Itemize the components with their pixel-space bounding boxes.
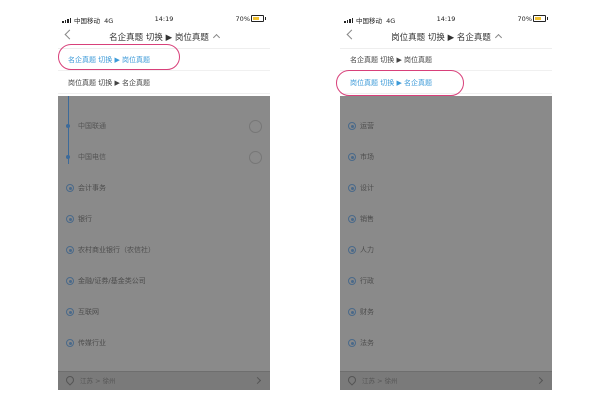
list-item[interactable]: 运营 <box>340 112 552 140</box>
list-item[interactable]: 金融/证券/基金类公司 <box>58 267 270 295</box>
location-pin-icon <box>64 374 76 386</box>
list-item[interactable]: 中国联通 <box>58 112 270 140</box>
expand-icon <box>348 153 356 161</box>
battery-percent: 70% <box>517 15 532 23</box>
status-bar: 中国移动 4G 14:19 70% <box>58 12 270 26</box>
list-item[interactable]: 财务 <box>340 298 552 326</box>
expand-icon <box>66 277 74 285</box>
nav-title-toggle[interactable]: 名企真题 切换 ▶ 岗位真题 <box>58 31 270 43</box>
location-text: 江苏 > 徐州 <box>80 377 116 385</box>
highlight-annotation <box>58 44 180 70</box>
dropdown-option-position[interactable]: 岗位真题 切换 ▶ 名企真题 <box>58 72 270 94</box>
location-selector[interactable]: 江苏 > 徐州 <box>58 371 270 390</box>
tree-node-dot <box>66 124 70 128</box>
list-item[interactable]: 互联网 <box>58 298 270 326</box>
expand-icon <box>66 246 74 254</box>
chevron-up-icon <box>212 33 220 42</box>
dim-overlay[interactable]: 运营 市场 设计 销售 人力 行政 财务 法务 江苏 > 徐州 <box>340 96 552 390</box>
dim-overlay[interactable]: 中国联通 中国电信 会计事务 银行 农村商业银行（农信社） 金融/证券/基金类公… <box>58 96 270 390</box>
chevron-right-icon <box>253 376 262 385</box>
expand-icon <box>66 215 74 223</box>
battery-icon <box>533 15 548 22</box>
list-item[interactable]: 银行 <box>58 205 270 233</box>
tag-icon <box>249 151 262 164</box>
expand-icon <box>66 184 74 192</box>
list-item[interactable]: 传媒行业 <box>58 329 270 357</box>
list-item[interactable]: 设计 <box>340 174 552 202</box>
list-item[interactable]: 人力 <box>340 236 552 264</box>
status-bar: 中国移动 4G 14:19 70% <box>340 12 552 26</box>
location-selector[interactable]: 江苏 > 徐州 <box>340 371 552 390</box>
location-text: 江苏 > 徐州 <box>362 377 398 385</box>
expand-icon <box>348 246 356 254</box>
list-item[interactable]: 法务 <box>340 329 552 357</box>
expand-icon <box>348 184 356 192</box>
tree-node-dot <box>66 155 70 159</box>
nav-title: 名企真题 切换 ▶ 岗位真题 <box>109 33 209 43</box>
list-item[interactable]: 市场 <box>340 143 552 171</box>
list-item[interactable]: 销售 <box>340 205 552 233</box>
expand-icon <box>66 339 74 347</box>
dropdown-option-company[interactable]: 名企真题 切换 ▶ 岗位真题 <box>340 49 552 71</box>
battery-percent: 70% <box>235 15 250 23</box>
expand-icon <box>348 277 356 285</box>
chevron-up-icon <box>494 33 502 42</box>
location-pin-icon <box>346 374 358 386</box>
right-phone-screen: 中国移动 4G 14:19 70% 岗位真题 切换 ▶ 名企真题 名企真题 切换… <box>340 12 552 390</box>
tag-icon <box>249 120 262 133</box>
list-item[interactable]: 行政 <box>340 267 552 295</box>
expand-icon <box>348 308 356 316</box>
expand-icon <box>348 339 356 347</box>
highlight-annotation <box>336 70 464 96</box>
expand-icon <box>66 308 74 316</box>
nav-bar: 岗位真题 切换 ▶ 名企真题 <box>340 26 552 49</box>
list-item[interactable]: 农村商业银行（农信社） <box>58 236 270 264</box>
battery-icon <box>251 15 266 22</box>
nav-title: 岗位真题 切换 ▶ 名企真题 <box>391 33 491 43</box>
list-item[interactable]: 中国电信 <box>58 143 270 171</box>
expand-icon <box>348 215 356 223</box>
expand-icon <box>348 122 356 130</box>
nav-title-toggle[interactable]: 岗位真题 切换 ▶ 名企真题 <box>340 31 552 43</box>
list-item[interactable]: 会计事务 <box>58 174 270 202</box>
chevron-right-icon <box>535 376 544 385</box>
